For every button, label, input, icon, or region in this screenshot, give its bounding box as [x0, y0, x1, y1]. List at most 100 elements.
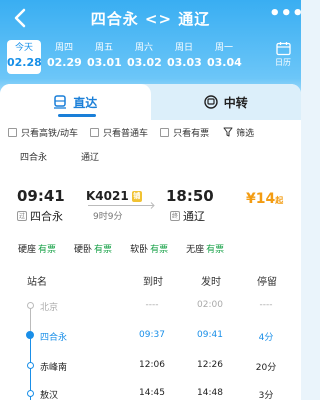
arrival-time: 18:50 [166, 187, 214, 205]
route-line [88, 205, 148, 206]
transfer-icon [204, 95, 218, 109]
train-number: K4021 铺 [86, 189, 142, 203]
stop-dot [27, 390, 34, 397]
seat-type: 无座 [186, 245, 205, 255]
seat-status: 有票 [150, 245, 169, 255]
stop-depart: 02:00 [197, 300, 223, 310]
more-options-icon[interactable]: ••• [269, 5, 304, 27]
arrival-station: 终 通辽 [170, 208, 205, 224]
stop-stay: ---- [259, 300, 273, 310]
date-item[interactable]: 周六 03.02 [127, 40, 162, 74]
departure-station: 过 四合永 [17, 208, 63, 224]
date-item[interactable]: 周五 03.01 [87, 40, 122, 74]
date-item[interactable]: 周日 03.03 [167, 40, 202, 74]
table-row: 赤峰南 12:06 12:26 20分 [0, 360, 301, 386]
arrow-right-icon [147, 202, 155, 209]
seat-item: 软卧 有票 [130, 242, 168, 255]
back-arrow-icon[interactable] [12, 8, 30, 28]
seat-status: 有票 [94, 245, 113, 255]
header-depart: 发时 [201, 277, 221, 288]
date-value: 02.29 [47, 56, 82, 69]
train-number-label: K4021 [86, 189, 129, 203]
stop-stay: 20分 [255, 363, 277, 373]
timetable-header: 站名 到时 发时 停留 [0, 267, 301, 289]
header: 四合永 <> 通辽 ••• [0, 0, 304, 36]
from-station-tag[interactable]: 四合永 [20, 150, 47, 163]
arrival-station-name: 通辽 [183, 210, 205, 223]
tab-direct[interactable]: 直达 [0, 84, 151, 120]
terminal-mark: 终 [170, 211, 180, 221]
date-weekday: 周四 [54, 43, 73, 53]
stop-arrive: 12:06 [139, 360, 165, 370]
stop-depart: 12:26 [197, 360, 223, 370]
seat-type: 软卧 [130, 245, 149, 255]
header-stay: 停留 [257, 277, 277, 288]
table-row: 敖汉 14:45 14:48 3分 [0, 388, 301, 400]
stop-arrive: 14:45 [139, 388, 165, 398]
stop-name: 赤峰南 [40, 363, 68, 373]
to-station-tag[interactable]: 通辽 [81, 150, 99, 163]
price-suffix: 起 [275, 196, 284, 205]
seat-status: 有票 [38, 245, 57, 255]
station-tags: 四合永 通辽 [20, 150, 99, 163]
calendar-icon [275, 42, 291, 56]
calendar-label: 日历 [275, 58, 291, 67]
checkbox[interactable] [90, 127, 100, 137]
table-row: 四合永 09:37 09:41 4分 [0, 330, 301, 356]
date-selector: 今天 02.28 周四 02.29 周五 03.01 周六 03.02 周日 0… [7, 40, 244, 74]
tab-bar: 直达 中转 [0, 84, 301, 120]
stop-name: 敖汉 [40, 391, 59, 400]
stop-name: 北京 [40, 303, 59, 313]
stop-depart: 14:48 [197, 388, 223, 398]
date-weekday: 周五 [94, 43, 113, 53]
filter-high-speed-label: 只看高铁/动车 [21, 128, 79, 139]
date-item[interactable]: 周四 02.29 [47, 40, 82, 74]
stop-stay: 4分 [258, 333, 274, 343]
departure-station-name: 四合永 [30, 210, 63, 223]
calendar-button[interactable]: 日历 [269, 40, 297, 72]
travel-duration: 9时9分 [93, 212, 123, 222]
stop-arrive: 09:37 [139, 330, 165, 340]
date-value: 03.04 [207, 56, 242, 69]
train-card[interactable]: 09:41 过 四合永 K4021 铺 9时9分 18:50 终 通辽 ¥14起 [0, 184, 301, 228]
seat-type: 硬卧 [74, 245, 93, 255]
date-weekday: 周六 [134, 43, 153, 53]
funnel-icon [223, 127, 233, 137]
departure-time: 09:41 [17, 187, 65, 205]
header-station: 站名 [27, 277, 47, 288]
seat-item: 硬座 有票 [18, 242, 56, 255]
filter-high-speed[interactable]: 只看高铁/动车 [8, 126, 78, 139]
tab-direct-label: 直达 [73, 95, 98, 110]
seat-item: 无座 有票 [186, 242, 224, 255]
seat-item: 硬卧 有票 [74, 242, 112, 255]
filter-has-ticket-label: 只看有票 [173, 128, 210, 139]
seat-status: 有票 [206, 245, 225, 255]
pass-mark: 过 [17, 211, 27, 221]
date-value: 03.01 [87, 56, 122, 69]
date-item[interactable]: 周一 03.04 [207, 40, 242, 74]
date-item[interactable]: 今天 02.28 [7, 40, 42, 74]
header-arrive: 到时 [143, 277, 163, 288]
stop-arrive: ---- [145, 300, 159, 310]
berth-badge: 铺 [131, 190, 142, 202]
train-icon [54, 95, 67, 109]
checkbox[interactable] [8, 127, 17, 137]
filter-normal[interactable]: 只看普通车 [90, 126, 148, 139]
stop-dot [27, 362, 34, 369]
date-weekday: 今天 [14, 43, 33, 53]
seat-availability: 硬座 有票 硬卧 有票 软卧 有票 无座 有票 [18, 242, 298, 255]
stop-name: 四合永 [40, 333, 68, 343]
stop-dot [26, 331, 34, 339]
active-tab-indicator [58, 114, 96, 117]
stop-dot [27, 302, 34, 309]
date-weekday: 周日 [174, 43, 193, 53]
filter-has-ticket[interactable]: 只看有票 [160, 126, 209, 139]
price: ¥14起 [246, 191, 283, 207]
tab-transfer-label: 中转 [223, 95, 248, 110]
filter-button[interactable]: 筛选 [223, 126, 254, 139]
checkbox[interactable] [160, 127, 170, 137]
seat-type: 硬座 [18, 245, 37, 255]
price-value: ¥14 [246, 191, 276, 207]
tab-transfer[interactable]: 中转 [151, 84, 302, 120]
content-card: 直达 中转 只看高铁/动车 只看普通车 只看有票 筛选 四合永 通辽 09:41… [0, 84, 301, 400]
